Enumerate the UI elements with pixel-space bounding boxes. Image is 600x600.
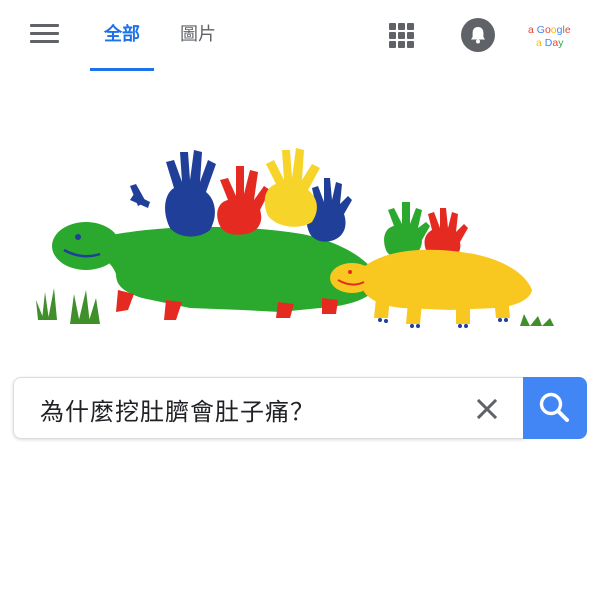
tab-images[interactable]: 圖片 [180,20,216,70]
search-button[interactable] [523,377,587,439]
handprint-turtles-illustration [36,148,554,328]
clear-button[interactable] [472,394,502,424]
magnifier-icon [539,392,569,422]
top-bar: 全部 圖片 a Google a Day [0,0,600,72]
search-box: 為什麼挖肚臍會肚子痛？ [13,377,587,439]
search-query-text[interactable]: 為什麼挖肚臍會肚子痛？ [40,392,315,427]
notifications-button[interactable] [461,18,495,52]
bell-icon [471,27,485,44]
apps-grid-icon[interactable] [386,20,416,50]
svg-text:a Google: a Google [528,24,571,36]
a-google-a-day-logo-image: a Google a Day [528,24,571,49]
search-input[interactable]: 為什麼挖肚臍會肚子痛？ [13,377,524,439]
tab-active-indicator [90,68,154,71]
tab-images-label: 圖片 [180,24,216,45]
tab-all[interactable]: 全部 [90,20,154,71]
close-icon [476,398,498,420]
tab-all-label: 全部 [104,24,140,45]
svg-text:a Day: a Day [536,37,564,49]
a-google-a-day-logo[interactable]: a Google a Day [526,20,582,52]
doodle-illustration[interactable] [30,130,570,345]
hamburger-menu-icon[interactable] [28,22,62,46]
